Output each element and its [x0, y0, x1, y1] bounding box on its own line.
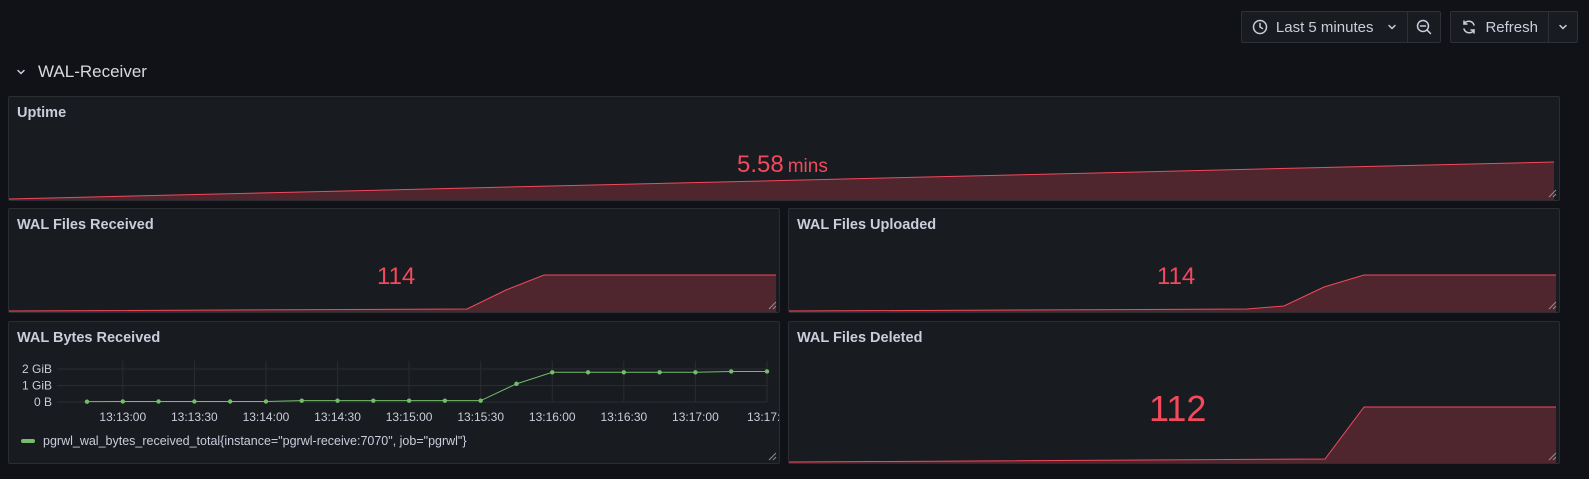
resize-handle-icon[interactable]	[767, 300, 777, 310]
x-tick-label: 13:15:00	[386, 410, 433, 424]
data-point	[550, 370, 555, 375]
panel-wal-files-uploaded[interactable]: WAL Files Uploaded 114	[788, 208, 1560, 313]
time-range-label: Last 5 minutes	[1275, 18, 1374, 36]
y-tick-label: 0 B	[34, 395, 52, 409]
stat-number: 5.58	[737, 151, 784, 178]
data-point	[335, 398, 340, 403]
x-tick-label: 13:17:3	[747, 410, 780, 424]
y-tick-label: 1 GiB	[22, 379, 52, 393]
data-point	[442, 398, 448, 403]
panel-wal-bytes-received[interactable]: WAL Bytes Received 0 B 1 GiB 2 GiB 13:13:00…	[8, 321, 780, 464]
data-point	[621, 370, 627, 375]
refresh-group: Refresh	[1450, 11, 1578, 43]
data-point	[585, 370, 591, 375]
data-point	[729, 369, 734, 374]
sparkline-files-received	[9, 274, 776, 312]
data-point	[263, 399, 269, 404]
resize-handle-icon[interactable]	[1547, 300, 1557, 310]
legend-swatch	[21, 439, 35, 443]
series-line	[86, 370, 767, 403]
data-point	[478, 398, 483, 403]
panel-uptime[interactable]: Uptime 5.58 mins	[8, 96, 1560, 201]
data-point	[764, 369, 770, 374]
data-point	[514, 381, 519, 387]
x-tick-label: 13:16:00	[529, 410, 576, 424]
x-tick-label: 13:14:30	[314, 410, 361, 424]
data-point	[192, 399, 197, 404]
zoom-out-icon	[1416, 19, 1432, 35]
zoom-out-button[interactable]	[1407, 12, 1440, 42]
stat-value: 114	[1157, 263, 1196, 290]
sparkline-uptime	[9, 161, 1555, 200]
time-picker-group: Last 5 minutes	[1240, 11, 1442, 43]
chevron-down-icon	[1558, 22, 1568, 32]
y-tick-label: 2 GiB	[22, 362, 52, 376]
stat-unit: mins	[787, 156, 828, 177]
x-tick-label: 13:16:30	[600, 410, 647, 424]
x-tick-label: 13:14:00	[243, 410, 290, 424]
data-point	[227, 399, 233, 404]
stat-value: 5.58 mins	[737, 151, 828, 179]
refresh-interval-dropdown[interactable]	[1548, 12, 1577, 42]
stat-value: 112	[1149, 388, 1207, 429]
row-title: WAL-Receiver	[38, 62, 147, 81]
refresh-icon	[1461, 19, 1477, 35]
x-tick-label: 13:13:00	[99, 410, 146, 424]
clock-icon	[1252, 19, 1268, 35]
dashboard-toolbar: Last 5 minutes Refresh	[1240, 11, 1578, 43]
chevron-down-icon	[16, 62, 26, 82]
data-point	[156, 399, 161, 404]
refresh-label: Refresh	[1485, 18, 1538, 36]
stat-value: 114	[377, 263, 416, 290]
chart-legend[interactable]: pgrwl_wal_bytes_received_total{instance=…	[21, 434, 467, 448]
resize-handle-icon[interactable]	[1547, 451, 1557, 461]
panel-wal-files-received[interactable]: WAL Files Received 114	[8, 208, 780, 313]
time-range-picker[interactable]: Last 5 minutes	[1242, 12, 1408, 42]
data-point	[693, 370, 698, 375]
resize-handle-icon[interactable]	[767, 451, 777, 461]
x-tick-label: 13:13:30	[171, 410, 218, 424]
x-tick-label: 13:17:00	[672, 410, 719, 424]
sparkline-files-uploaded	[789, 274, 1556, 312]
data-point	[84, 399, 90, 404]
legend-label: pgrwl_wal_bytes_received_total{instance=…	[43, 434, 467, 448]
refresh-button[interactable]: Refresh	[1451, 12, 1548, 42]
data-point	[406, 398, 412, 403]
data-point	[120, 399, 125, 404]
resize-handle-icon[interactable]	[1547, 188, 1557, 198]
chevron-down-icon	[1387, 22, 1397, 32]
data-point	[371, 398, 376, 403]
panel-title: WAL Bytes Received	[17, 330, 161, 346]
row-header[interactable]: WAL-Receiver	[16, 62, 147, 82]
x-tick-label: 13:15:30	[457, 410, 504, 424]
data-point	[657, 370, 662, 375]
panel-wal-files-deleted[interactable]: WAL Files Deleted 112	[788, 321, 1560, 464]
data-point	[299, 398, 304, 403]
